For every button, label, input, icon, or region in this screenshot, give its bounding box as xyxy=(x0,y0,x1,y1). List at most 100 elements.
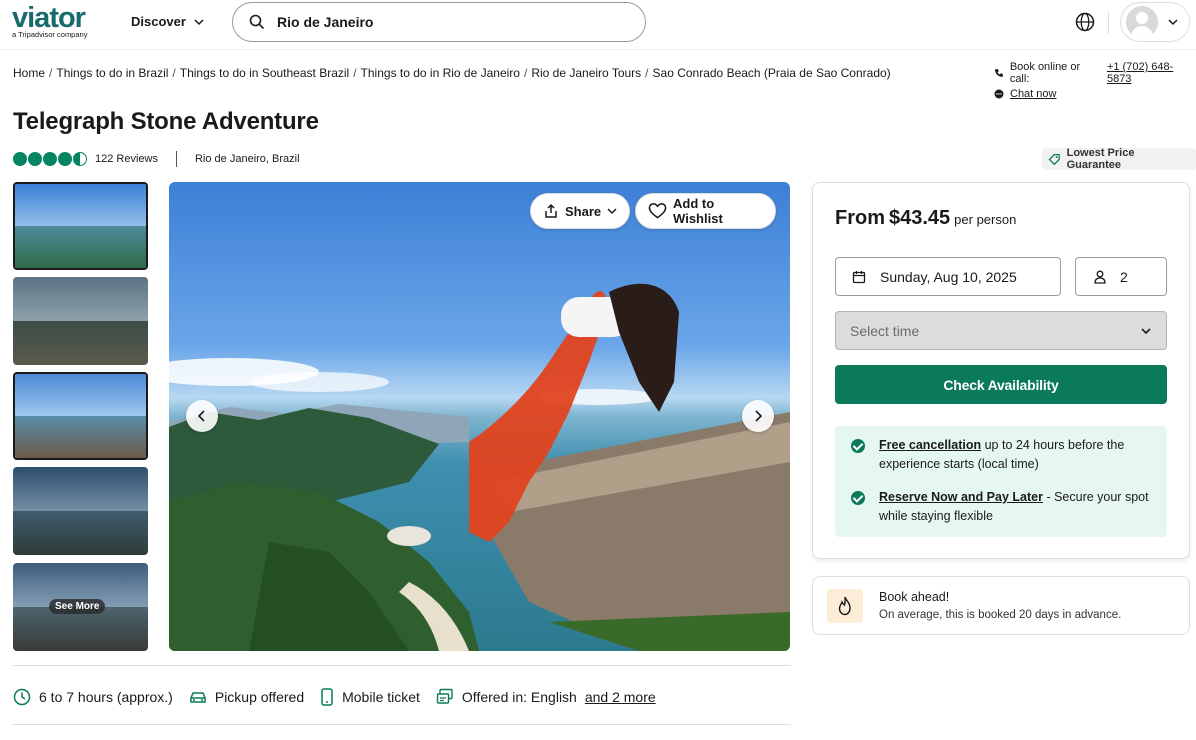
site-header: viator a Tripadvisor company Discover xyxy=(0,0,1196,50)
price-amount: $43.45 xyxy=(889,207,951,229)
duration-text: 6 to 7 hours (approx.) xyxy=(39,689,173,705)
share-button[interactable]: Share xyxy=(530,193,631,229)
chat-now-link[interactable]: Chat now xyxy=(1010,88,1056,100)
star-icon xyxy=(43,152,57,166)
reviews-link[interactable]: 122 Reviews xyxy=(95,153,158,165)
star-icon xyxy=(13,152,27,166)
rating-stars[interactable] xyxy=(13,152,87,166)
chevron-down-icon xyxy=(607,208,617,215)
divider xyxy=(13,665,791,666)
previous-image-button[interactable] xyxy=(186,400,218,432)
free-cancellation-link[interactable]: Free cancellation xyxy=(879,438,981,452)
booking-card: From $43.45 per person Sunday, Aug 10, 2… xyxy=(812,182,1190,559)
feature-duration: 6 to 7 hours (approx.) xyxy=(13,688,173,706)
chevron-down-icon xyxy=(1168,19,1178,26)
clock-icon xyxy=(13,688,31,706)
discover-label: Discover xyxy=(131,14,186,29)
feature-language: Offered in: English and 2 more xyxy=(436,688,656,706)
breadcrumb-rio-tours[interactable]: Rio de Janeiro Tours xyxy=(531,66,641,80)
avatar xyxy=(1126,6,1158,38)
add-to-wishlist-button[interactable]: Add to Wishlist xyxy=(635,193,776,229)
feature-pickup: Pickup offered xyxy=(189,689,304,705)
landscape-illustration xyxy=(169,283,790,651)
discover-menu[interactable]: Discover xyxy=(131,14,204,29)
gallery-thumbnail[interactable] xyxy=(13,277,148,365)
from-label: From xyxy=(835,207,885,229)
rating-divider xyxy=(175,151,177,167)
date-value: Sunday, Aug 10, 2025 xyxy=(880,268,1017,285)
features-bar: 6 to 7 hours (approx.) Pickup offered Mo… xyxy=(13,688,672,706)
time-placeholder: Select time xyxy=(850,322,920,339)
car-icon xyxy=(190,692,206,703)
price-block: From $43.45 per person xyxy=(835,207,1016,230)
benefits-panel: Free cancellation up to 24 hours before … xyxy=(835,426,1167,537)
gallery-thumbnail-see-more[interactable]: See More xyxy=(13,563,148,651)
viator-logo[interactable]: viator a Tripadvisor company xyxy=(12,2,88,40)
language-text: Offered in: English xyxy=(461,689,577,705)
book-ahead-title: Book ahead! xyxy=(879,590,950,604)
globe-icon[interactable] xyxy=(1074,11,1096,33)
logo-tagline: a Tripadvisor company xyxy=(12,30,88,39)
breadcrumb-southeast-brazil[interactable]: Things to do in Southeast Brazil xyxy=(180,66,349,80)
breadcrumb-brazil[interactable]: Things to do in Brazil xyxy=(56,66,168,80)
star-icon xyxy=(28,152,42,166)
book-ahead-notice: Book ahead! On average, this is booked 2… xyxy=(812,576,1190,635)
check-circle-icon xyxy=(851,491,865,505)
divider xyxy=(13,724,791,725)
breadcrumb-home[interactable]: Home xyxy=(13,66,45,80)
header-divider xyxy=(1108,12,1109,34)
rating-row: 122 Reviews Rio de Janeiro, Brazil xyxy=(13,151,300,167)
breadcrumb: Home / Things to do in Brazil / Things to do… xyxy=(13,66,891,80)
share-label: Share xyxy=(565,203,602,219)
pickup-text: Pickup offered xyxy=(214,689,305,705)
search-bar[interactable] xyxy=(232,2,646,42)
search-input[interactable] xyxy=(277,14,617,30)
gallery-thumbnail[interactable] xyxy=(13,182,148,270)
travelers-count: 2 xyxy=(1120,268,1128,285)
chevron-left-icon xyxy=(197,410,205,422)
check-availability-button[interactable]: Check Availability xyxy=(835,365,1167,404)
book-ahead-text: On average, this is booked 20 days in ad… xyxy=(879,609,1122,621)
contact-info: Book online or call: +1 (702) 648-5873 C… xyxy=(994,61,1196,101)
gallery-thumbnail[interactable] xyxy=(13,372,148,460)
chevron-down-icon xyxy=(194,18,204,25)
page-title: Telegraph Stone Adventure xyxy=(13,108,319,135)
check-circle-icon xyxy=(851,439,865,453)
phone-icon xyxy=(994,69,1003,77)
logo-wordmark: viator xyxy=(12,2,86,34)
per-person-label: per person xyxy=(954,212,1017,227)
location-label: Rio de Janeiro, Brazil xyxy=(194,153,300,165)
time-select[interactable]: Select time xyxy=(835,311,1167,350)
ticket-text: Mobile ticket xyxy=(342,689,420,705)
lowest-price-guarantee-badge[interactable]: Lowest Price Guarantee xyxy=(1042,147,1196,171)
mobile-phone-icon xyxy=(321,688,333,706)
gallery-thumbnail[interactable] xyxy=(13,467,148,555)
half-star-icon xyxy=(73,152,87,166)
chevron-down-icon xyxy=(1141,327,1151,334)
see-more-label: See More xyxy=(49,599,106,614)
feature-ticket: Mobile ticket xyxy=(320,688,420,706)
phone-number-link[interactable]: +1 (702) 648-5873 xyxy=(1107,61,1196,85)
wishlist-label: Add to Wishlist xyxy=(673,196,723,226)
travelers-picker[interactable]: 2 xyxy=(1075,257,1167,296)
breadcrumb-sao-conrado[interactable]: Sao Conrado Beach (Praia de Sao Conrado) xyxy=(653,66,891,80)
main-gallery-image[interactable] xyxy=(169,182,790,651)
next-image-button[interactable] xyxy=(742,400,774,432)
search-icon xyxy=(249,14,265,30)
heart-icon xyxy=(648,203,667,219)
chevron-right-icon xyxy=(755,410,763,422)
book-online-label: Book online or call: xyxy=(1009,61,1081,85)
share-icon xyxy=(545,203,557,218)
chat-icon xyxy=(994,89,1004,99)
account-menu[interactable] xyxy=(1120,2,1190,42)
reserve-now-link[interactable]: Reserve Now and Pay Later xyxy=(879,490,1043,504)
breadcrumb-rio[interactable]: Things to do in Rio de Janeiro xyxy=(361,66,520,80)
calendar-icon xyxy=(852,270,866,283)
benefit-item: Reserve Now and Pay Later - Secure your … xyxy=(851,488,1151,526)
date-picker[interactable]: Sunday, Aug 10, 2025 xyxy=(835,257,1061,296)
language-chat-icon xyxy=(436,688,453,704)
fire-icon xyxy=(827,588,863,623)
lowest-price-label: Lowest Price Guarantee xyxy=(1066,147,1135,171)
tag-icon xyxy=(1048,153,1060,165)
more-languages-link[interactable]: and 2 more xyxy=(585,689,656,705)
